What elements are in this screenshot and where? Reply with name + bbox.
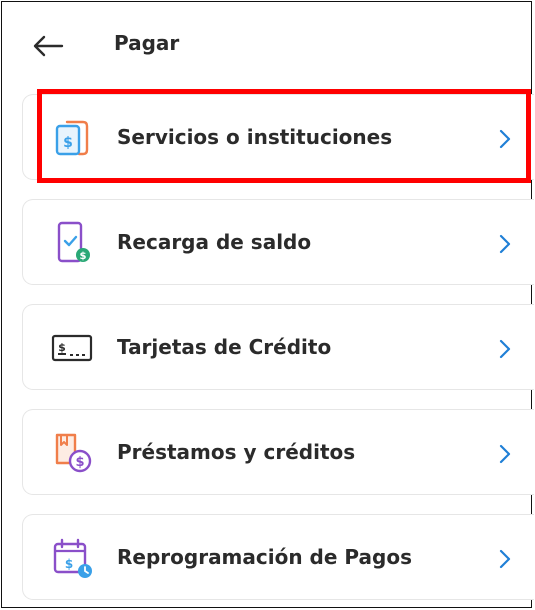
svg-text:$: $ (63, 135, 73, 151)
svg-text:$: $ (80, 251, 87, 262)
calendar-payment-icon: $ (53, 538, 92, 578)
svg-text:$: $ (58, 341, 66, 354)
menu-item-label: Reprogramación de Pagos (117, 545, 412, 569)
arrow-left-icon (33, 35, 64, 57)
loan-document-icon: $ (55, 433, 92, 473)
svg-text:$: $ (75, 455, 84, 470)
page-title: Pagar (114, 31, 180, 55)
menu-item-tarjetas[interactable]: $ Tarjetas de Crédito (22, 304, 534, 390)
menu-item-recarga[interactable]: $ Recarga de saldo (22, 199, 534, 285)
chevron-right-icon (499, 549, 511, 569)
menu-item-label: Recarga de saldo (117, 230, 312, 254)
chevron-right-icon (499, 234, 511, 254)
chevron-right-icon (499, 339, 511, 359)
svg-text:$: $ (65, 557, 73, 571)
menu-item-prestamos[interactable]: $ Préstamos y créditos (22, 409, 534, 495)
back-button[interactable] (28, 30, 68, 62)
chevron-right-icon (499, 129, 511, 149)
menu-item-reprogramacion[interactable]: $ Reprogramación de Pagos (22, 514, 534, 600)
bill-document-icon: $ (55, 120, 89, 156)
menu-item-servicios[interactable]: $ Servicios o instituciones (22, 94, 534, 180)
menu-item-label: Préstamos y créditos (117, 440, 356, 464)
header: Pagar (2, 2, 531, 88)
chevron-right-icon (499, 444, 511, 464)
app-frame: Pagar $ Servicios o instituciones $ Reca… (1, 1, 534, 608)
menu-item-label: Servicios o instituciones (117, 125, 393, 149)
menu-item-label: Tarjetas de Crédito (117, 335, 332, 359)
phone-topup-icon: $ (57, 221, 90, 263)
credit-card-icon: $ (51, 334, 93, 362)
